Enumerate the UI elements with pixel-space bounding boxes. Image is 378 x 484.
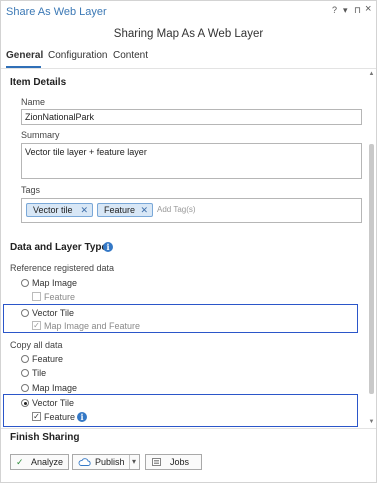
name-field[interactable]: ZionNationalPark <box>21 109 362 125</box>
tab-configuration[interactable]: Configuration <box>48 50 107 61</box>
tab-general[interactable]: General <box>6 50 43 61</box>
publish-button[interactable]: Publish ▾ <box>72 454 140 470</box>
ref-vector-tile-label: Vector Tile <box>32 308 75 318</box>
summary-field[interactable]: Vector tile layer + feature layer <box>21 143 362 179</box>
cloud-icon <box>78 458 91 466</box>
tab-divider <box>1 68 376 69</box>
scroll-down-icon[interactable]: ▼ <box>368 419 375 425</box>
pane-title: Share As Web Layer <box>6 6 107 18</box>
tag-chip-label: Feature <box>104 205 136 215</box>
pin-icon[interactable]: ⊓ <box>354 5 361 16</box>
close-icon[interactable]: × <box>365 3 371 15</box>
tag-chip-label: Vector tile <box>33 205 73 215</box>
tags-field[interactable]: Vector tile ✕ Feature ✕ Add Tag(s) <box>21 198 362 223</box>
scroll-thumb[interactable] <box>369 144 374 394</box>
radio-copy-map-image[interactable] <box>21 384 29 392</box>
tag-chip: Feature ✕ <box>97 203 153 217</box>
checkbox-ref-map-image-feature: ✓ <box>32 321 41 330</box>
copy-map-image-label: Map Image <box>32 383 78 393</box>
info-icon[interactable]: i <box>103 242 113 252</box>
ref-map-image-feature-label: Map Image and Feature <box>44 321 141 331</box>
radio-copy-tile[interactable] <box>21 369 29 377</box>
tags-label: Tags <box>21 185 41 195</box>
analyze-button[interactable]: ✓ Analyze <box>10 454 69 470</box>
name-value: ZionNationalPark <box>25 112 95 122</box>
publish-split-divider <box>129 455 130 469</box>
pane-heading: Sharing Map As A Web Layer <box>113 28 264 40</box>
copy-feature-check-label: Feature <box>44 412 76 422</box>
copy-all-data-label: Copy all data <box>10 340 63 350</box>
pane-title-bar: Share As Web Layer ? ▾ ⊓ × <box>1 1 376 21</box>
help-icon[interactable]: ? <box>332 5 337 15</box>
radio-copy-feature[interactable] <box>21 355 29 363</box>
copy-vector-tile-label: Vector Tile <box>32 398 75 408</box>
scrollbar[interactable]: ▲ ▼ <box>368 69 375 429</box>
checkbox-copy-feature[interactable]: ✓ <box>32 412 41 421</box>
copy-tile-label: Tile <box>32 368 47 378</box>
name-label: Name <box>21 97 46 107</box>
checkbox-ref-feature <box>32 292 41 301</box>
analyze-label: Analyze <box>31 457 64 467</box>
ref-map-image-label: Map Image <box>32 278 78 288</box>
radio-ref-map-image[interactable] <box>21 279 29 287</box>
jobs-label: Jobs <box>170 457 190 467</box>
publish-dropdown-icon[interactable]: ▾ <box>132 457 136 466</box>
add-tag-input[interactable]: Add Tag(s) <box>157 205 196 214</box>
footer-separator <box>1 428 376 429</box>
check-icon: ✓ <box>16 457 24 467</box>
finish-sharing-heading: Finish Sharing <box>10 432 80 443</box>
summary-label: Summary <box>21 130 60 140</box>
tab-content[interactable]: Content <box>113 50 148 61</box>
summary-value: Vector tile layer + feature layer <box>25 147 147 157</box>
copy-feature-label: Feature <box>32 354 64 364</box>
jobs-list-icon <box>152 458 161 466</box>
remove-tag-icon[interactable]: ✕ <box>80 205 88 216</box>
ref-feature-label: Feature <box>44 292 76 302</box>
share-as-web-layer-pane: Share As Web Layer ? ▾ ⊓ × Sharing Map A… <box>0 0 377 483</box>
publish-label: Publish <box>95 457 125 467</box>
info-icon[interactable]: i <box>77 412 87 422</box>
scroll-up-icon[interactable]: ▲ <box>368 71 375 77</box>
reference-data-label: Reference registered data <box>10 263 115 273</box>
radio-ref-vector-tile[interactable] <box>21 309 29 317</box>
jobs-button[interactable]: Jobs <box>145 454 202 470</box>
radio-copy-vector-tile[interactable] <box>21 399 29 407</box>
remove-tag-icon[interactable]: ✕ <box>140 205 148 216</box>
tag-chip: Vector tile ✕ <box>26 203 93 217</box>
item-details-heading: Item Details <box>10 77 67 88</box>
pane-menu-icon[interactable]: ▾ <box>343 5 348 16</box>
data-layer-type-heading: Data and Layer Type <box>10 242 108 253</box>
